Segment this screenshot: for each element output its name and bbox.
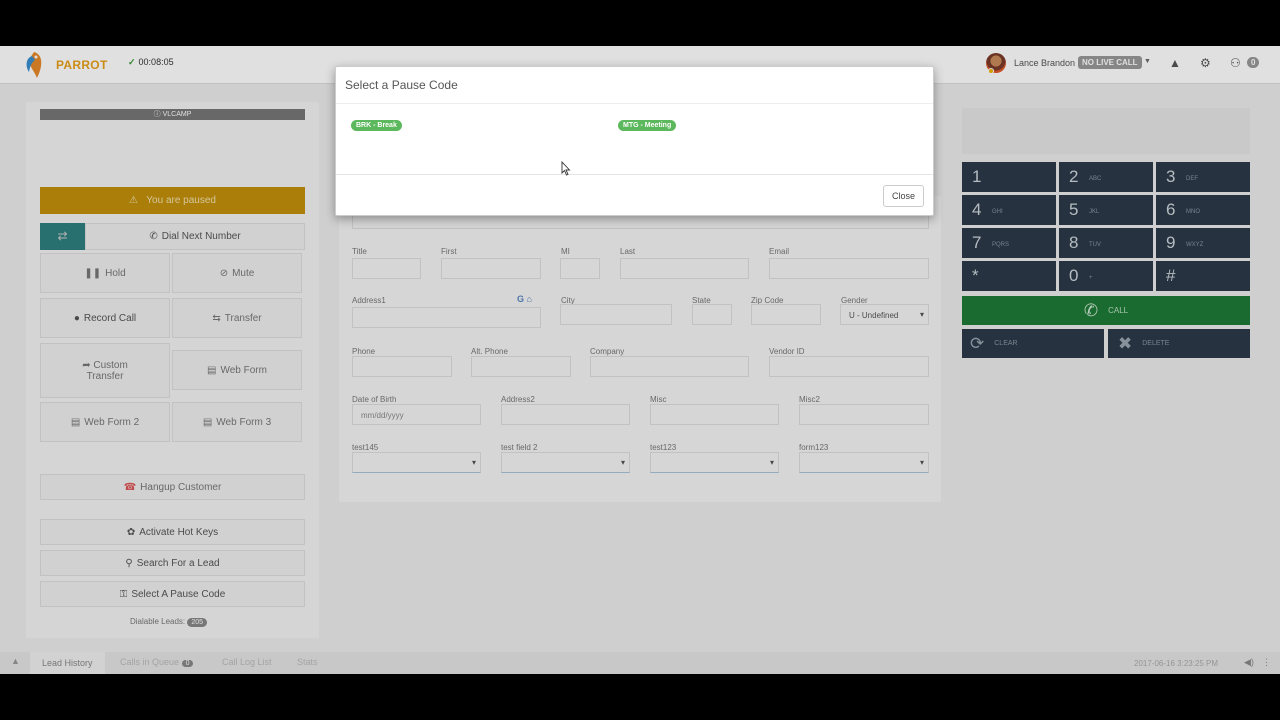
modal-title: Select a Pause Code [345,78,458,92]
mouse-cursor-icon [561,161,571,176]
pause-code-brk-button[interactable]: BRK - Break [351,120,402,131]
close-button[interactable]: Close [883,185,924,207]
pause-code-mtg-button[interactable]: MTG - Meeting [618,120,677,131]
modal-footer-divider [336,174,933,175]
pause-code-modal: Select a Pause Code BRK - Break MTG - Me… [335,66,934,216]
modal-divider [336,103,933,104]
